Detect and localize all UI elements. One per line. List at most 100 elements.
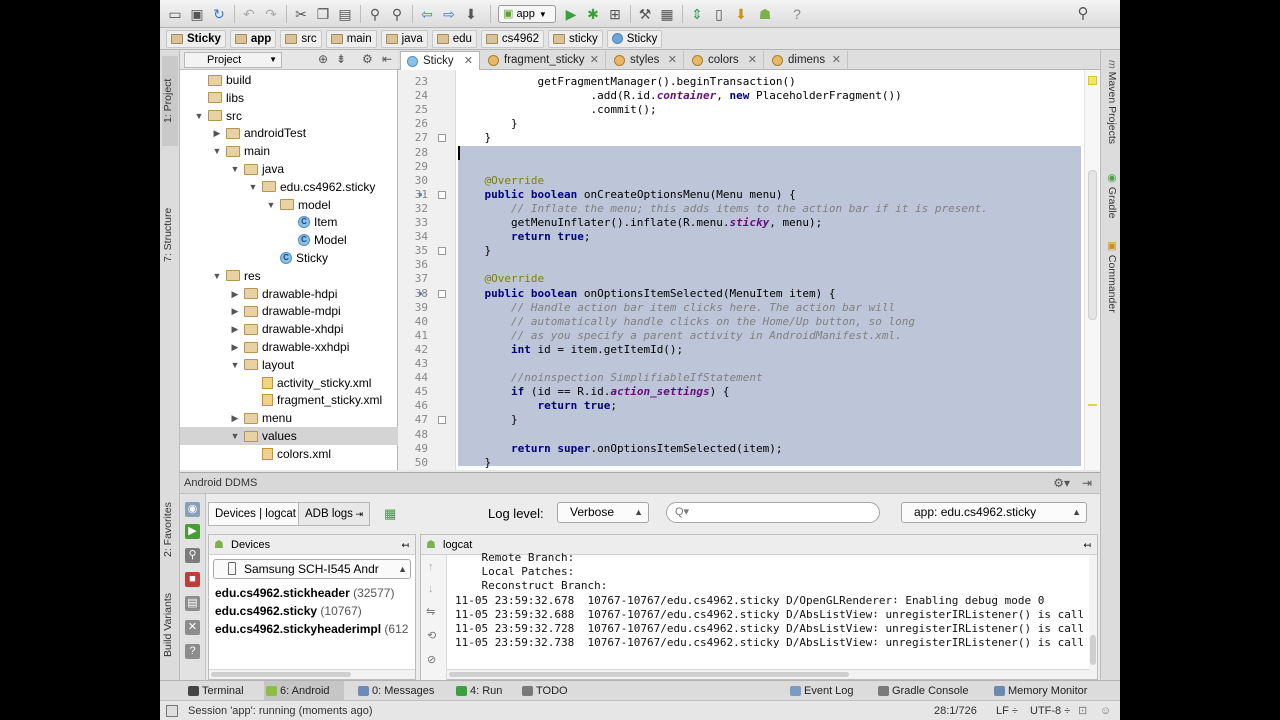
replace-icon[interactable]: ⚲ bbox=[388, 5, 406, 23]
expand-arrow-icon[interactable]: ▼ bbox=[212, 267, 222, 285]
editor-scroll-thumb[interactable] bbox=[1088, 170, 1097, 320]
open-folder-icon[interactable]: ▭ bbox=[166, 5, 184, 23]
fold-marker-icon[interactable] bbox=[438, 134, 446, 143]
code-line[interactable]: getMenuInflater().inflate(R.menu.sticky,… bbox=[458, 216, 822, 230]
tab-fragment-sticky[interactable]: fragment_sticky ✕ bbox=[482, 51, 606, 70]
expand-arrow-icon[interactable]: ▼ bbox=[248, 178, 258, 196]
cut-icon[interactable]: ✂ bbox=[292, 5, 310, 23]
breadcrumb-item[interactable]: java bbox=[380, 29, 428, 48]
line-separator-select[interactable]: LF ÷ bbox=[996, 701, 1018, 720]
code-line[interactable]: // as you specify a parent activity in A… bbox=[458, 329, 902, 343]
code-line[interactable]: return true; bbox=[458, 399, 616, 413]
run-icon[interactable]: ▶ bbox=[185, 524, 200, 539]
help-icon[interactable]: ? bbox=[185, 644, 200, 659]
screen-capture-icon[interactable]: ◉ bbox=[185, 502, 200, 517]
collapse-arrow-icon[interactable]: ▶ bbox=[230, 320, 240, 338]
device-select[interactable]: Samsung SCH-I545 Andr ▲ bbox=[213, 559, 411, 579]
breadcrumb-item[interactable]: cs4962 bbox=[480, 29, 545, 48]
android-monitor-icon[interactable]: ☗ bbox=[756, 5, 774, 23]
hide-panel-icon[interactable]: ⇥ bbox=[1082, 473, 1092, 493]
project-structure-icon[interactable]: ▦ bbox=[658, 5, 676, 23]
debug-icon[interactable]: ✱ bbox=[584, 5, 602, 23]
down-arrow-icon[interactable]: ↓ bbox=[428, 583, 434, 595]
redo-icon[interactable]: ↷ bbox=[262, 5, 280, 23]
process-item[interactable]: edu.cs4962.sticky (10767) bbox=[215, 603, 362, 619]
messages-tool-button[interactable]: 0: Messages bbox=[356, 681, 434, 701]
code-editor[interactable]: 23 24 25 26 27 28 29 30 31 32 33 34 35 36 37 38 39 40 41 42… bbox=[398, 70, 1100, 470]
tree-item[interactable]: ▼ src bbox=[180, 107, 398, 125]
breadcrumb-item[interactable]: sticky bbox=[548, 29, 603, 48]
expand-arrow-icon[interactable]: ▼ bbox=[194, 107, 204, 125]
android-tool-button[interactable]: 6: Android bbox=[264, 681, 344, 701]
tree-item[interactable]: ▼ model bbox=[180, 196, 398, 214]
breadcrumb-item[interactable]: app bbox=[229, 29, 277, 48]
code-line[interactable]: if (id == R.id.action_settings) { bbox=[458, 385, 730, 399]
tree-item[interactable]: ▶ drawable-xhdpi bbox=[180, 320, 398, 338]
hide-panel-icon[interactable]: ⇤ bbox=[382, 52, 392, 66]
breadcrumb-item[interactable]: Sticky bbox=[606, 29, 663, 48]
expand-arrow-icon[interactable]: ▼ bbox=[230, 427, 240, 445]
up-arrow-icon[interactable]: ↑ bbox=[428, 561, 434, 573]
caret-position[interactable]: 28:1/726 bbox=[934, 701, 977, 720]
structure-tool-tab[interactable]: 7: Structure bbox=[162, 190, 178, 280]
undo-icon[interactable]: ↶ bbox=[240, 5, 258, 23]
scroll-from-source-icon[interactable]: ⊕ bbox=[318, 52, 328, 66]
editor-scrollbar[interactable] bbox=[1084, 70, 1100, 470]
code-line[interactable]: } bbox=[458, 244, 491, 258]
code-line[interactable]: } bbox=[458, 413, 518, 427]
forward-icon[interactable]: ⇨ bbox=[440, 5, 458, 23]
sync-icon[interactable]: ↻ bbox=[210, 5, 228, 23]
collapse-arrow-icon[interactable]: ▶ bbox=[230, 285, 240, 303]
build-variants-tool-tab[interactable]: Build Variants bbox=[162, 580, 178, 670]
code-line[interactable]: // Inflate the menu; this adds items to … bbox=[458, 202, 988, 216]
code-line[interactable]: public boolean onCreateOptionsMenu(Menu … bbox=[458, 188, 796, 202]
close-icon[interactable]: ✕ bbox=[668, 51, 677, 69]
expand-arrow-icon[interactable]: ▼ bbox=[266, 196, 276, 214]
code-line[interactable]: return super.onOptionsItemSelected(item)… bbox=[458, 442, 783, 456]
project-tool-tab[interactable]: 1: Project bbox=[162, 56, 178, 146]
process-item[interactable]: edu.cs4962.stickyheaderimpl (612 bbox=[215, 621, 408, 637]
warning-marker[interactable] bbox=[1088, 76, 1097, 85]
logcat-search-input[interactable]: Q▾ bbox=[666, 502, 880, 523]
run-icon[interactable]: ▶ bbox=[562, 5, 580, 23]
code-line[interactable]: .add(R.id.container, new PlaceholderFrag… bbox=[458, 89, 901, 103]
search-everywhere-icon[interactable]: ⚲ bbox=[1074, 5, 1092, 23]
tab-adb-logs[interactable]: ADB logs ⇥ bbox=[298, 502, 370, 526]
find-icon[interactable]: ⚲ bbox=[366, 5, 384, 23]
expand-arrow-icon[interactable]: ▼ bbox=[230, 160, 240, 178]
copy-icon[interactable]: ❐ bbox=[314, 5, 332, 23]
logcat-vscrollbar[interactable] bbox=[1089, 555, 1097, 670]
restore-layout-icon[interactable]: ▦ bbox=[384, 506, 396, 522]
editor-gutter[interactable]: 23 24 25 26 27 28 29 30 31 32 33 34 35 36 37 38 39 40 41 42… bbox=[398, 70, 456, 470]
layout-icon[interactable]: ▤ bbox=[185, 596, 200, 611]
tab-sticky[interactable]: Sticky ✕ bbox=[400, 51, 480, 70]
breadcrumb-item[interactable]: Sticky bbox=[166, 29, 226, 48]
inspector-icon[interactable]: ☺ bbox=[1100, 701, 1111, 720]
collapse-arrow-icon[interactable]: ▶ bbox=[212, 124, 222, 142]
collapse-all-icon[interactable]: ⇟ bbox=[336, 52, 346, 66]
system-info-icon[interactable]: ⚲ bbox=[185, 548, 200, 563]
make-project-icon[interactable]: ⬇ bbox=[462, 5, 480, 23]
log-level-select[interactable]: Verbose ▲ bbox=[557, 502, 649, 523]
help-icon[interactable]: ? bbox=[788, 5, 806, 23]
tab-devices-logcat[interactable]: Devices | logcat bbox=[208, 502, 303, 526]
code-line[interactable]: int id = item.getItemId(); bbox=[458, 343, 683, 357]
tree-item[interactable]: ▶ androidTest bbox=[180, 124, 398, 142]
fold-marker-icon[interactable] bbox=[438, 190, 446, 199]
logcat-hscrollbar[interactable] bbox=[447, 669, 1097, 679]
tool-windows-icon[interactable] bbox=[166, 705, 178, 717]
gear-icon[interactable]: ⚙▾ bbox=[1053, 473, 1070, 493]
tree-item[interactable]: ▶ drawable-xxhdpi bbox=[180, 338, 398, 356]
tree-item[interactable]: fragment_sticky.xml bbox=[180, 391, 398, 409]
attach-debugger-icon[interactable]: ⊞ bbox=[606, 5, 624, 23]
devices-hscrollbar[interactable] bbox=[209, 669, 415, 679]
sdk-manager-icon[interactable]: ⬇ bbox=[732, 5, 750, 23]
tree-item[interactable]: activity_sticky.xml bbox=[180, 374, 398, 392]
encoding-select[interactable]: UTF-8 ÷ bbox=[1030, 701, 1070, 720]
collapse-arrow-icon[interactable]: ▶ bbox=[230, 409, 240, 427]
gradle-sync-icon[interactable]: ⇕ bbox=[688, 5, 706, 23]
tree-item[interactable]: C Item bbox=[180, 213, 398, 231]
code-line[interactable]: //noinspection SimplifiableIfStatement bbox=[458, 371, 763, 385]
tree-item[interactable]: colors.xml bbox=[180, 445, 398, 463]
tree-item[interactable]: ▼ layout bbox=[180, 356, 398, 374]
